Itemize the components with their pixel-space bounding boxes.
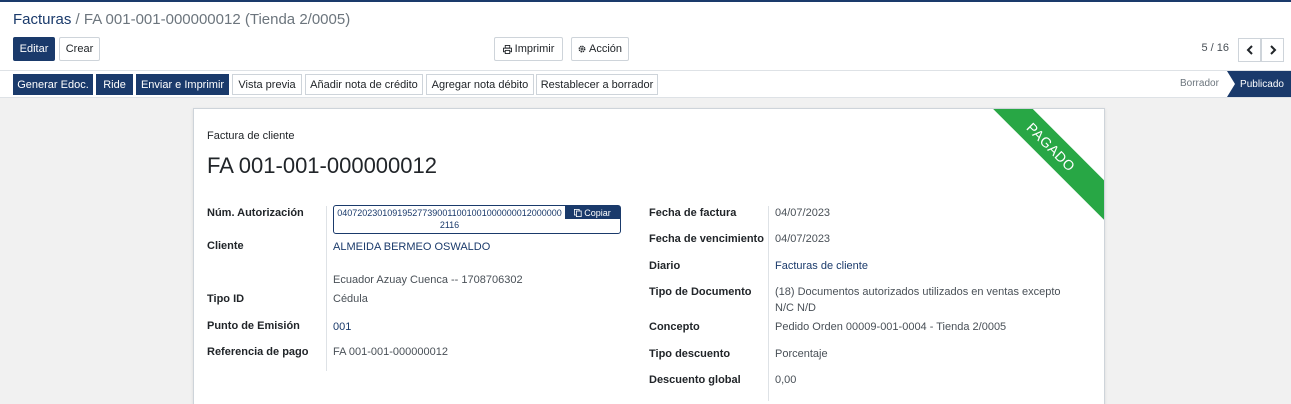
discount-type-label: Tipo descuento bbox=[649, 348, 731, 360]
pager-next-button[interactable] bbox=[1261, 38, 1284, 62]
document-type-value-line1: (18) Documentos autorizados utilizados e… bbox=[775, 286, 1061, 298]
reset-draft-button[interactable]: Restablecer a borrador bbox=[536, 74, 658, 95]
document-type: Factura de cliente bbox=[207, 130, 295, 142]
auth-number-field: 0407202301091952773900110010010000000120… bbox=[333, 205, 621, 234]
payment-reference-label: Referencia de pago bbox=[207, 346, 309, 358]
copy-label: Copiar bbox=[584, 207, 611, 218]
action-button[interactable]: Acción bbox=[571, 37, 629, 61]
add-debit-note-button[interactable]: Agregar nota débito bbox=[426, 74, 534, 95]
right-group-divider bbox=[768, 206, 769, 401]
invoice-date-value: 04/07/2023 bbox=[775, 207, 831, 219]
add-credit-note-button[interactable]: Añadir nota de crédito bbox=[305, 74, 423, 95]
state-draft[interactable]: Borrador bbox=[1180, 78, 1219, 89]
status-bar: Generar Edoc. Ride Enviar e Imprimir Vis… bbox=[0, 71, 1291, 98]
breadcrumb-current: FA 001-001-000000012 (Tienda 2/0005) bbox=[83, 11, 351, 28]
pager-previous-button[interactable] bbox=[1238, 38, 1261, 62]
discount-type-value: Porcentaje bbox=[775, 348, 828, 360]
journal-value[interactable]: Facturas de cliente bbox=[775, 260, 868, 272]
auth-label: Núm. Autorización bbox=[207, 207, 304, 219]
document-type-value-line2: N/C N/D bbox=[775, 302, 816, 314]
breadcrumb-root-link[interactable]: Facturas bbox=[13, 11, 71, 28]
chevron-left-icon bbox=[1246, 45, 1253, 55]
due-date-value: 04/07/2023 bbox=[775, 233, 831, 245]
id-type-label: Tipo ID bbox=[207, 293, 245, 305]
print-button[interactable]: Imprimir bbox=[494, 37, 563, 61]
pager-value[interactable]: 5 / 16 bbox=[1201, 42, 1229, 54]
breadcrumb: Facturas / FA 001-001-000000012 (Tienda … bbox=[13, 11, 350, 28]
paid-ribbon: PAGADO bbox=[973, 109, 1104, 225]
generate-edoc-button[interactable]: Generar Edoc. bbox=[13, 74, 93, 95]
document-title: FA 001-001-000000012 bbox=[207, 153, 437, 178]
ride-button[interactable]: Ride bbox=[96, 74, 133, 95]
edit-button[interactable]: Editar bbox=[13, 37, 55, 61]
breadcrumb-separator: / bbox=[75, 11, 80, 28]
printer-icon bbox=[502, 44, 512, 54]
client-label: Cliente bbox=[207, 240, 244, 252]
copy-icon bbox=[574, 208, 582, 217]
id-type-value: Cédula bbox=[333, 293, 368, 305]
print-label: Imprimir bbox=[514, 43, 555, 55]
send-print-button[interactable]: Enviar e Imprimir bbox=[136, 74, 229, 95]
due-date-label: Fecha de vencimiento bbox=[649, 233, 764, 245]
create-button[interactable]: Crear bbox=[59, 37, 100, 61]
global-discount-label: Descuento global bbox=[649, 374, 741, 386]
concept-value: Pedido Orden 00009-001-0004 - Tienda 2/0… bbox=[775, 321, 1007, 333]
form-sheet: PAGADO Factura de cliente FA 001-001-000… bbox=[193, 108, 1105, 404]
emission-point-label: Punto de Emisión bbox=[207, 320, 300, 332]
control-panel: Facturas / FA 001-001-000000012 (Tienda … bbox=[0, 2, 1291, 71]
journal-label: Diario bbox=[649, 260, 681, 272]
document-type-label: Tipo de Documento bbox=[649, 286, 752, 298]
auth-number-value: 0407202301091952773900110010010000000120… bbox=[337, 208, 562, 230]
left-group-divider bbox=[326, 206, 327, 371]
emission-point-value[interactable]: 001 bbox=[333, 321, 351, 333]
copy-button[interactable]: Copiar bbox=[565, 206, 620, 219]
client-address: Ecuador Azuay Cuenca -- 1708706302 bbox=[333, 274, 523, 286]
preview-button[interactable]: Vista previa bbox=[232, 74, 302, 95]
state-published[interactable]: Publicado bbox=[1227, 71, 1291, 97]
invoice-date-label: Fecha de factura bbox=[649, 207, 737, 219]
gear-icon bbox=[578, 45, 586, 53]
global-discount-value: 0,00 bbox=[775, 374, 797, 386]
action-label: Acción bbox=[588, 43, 623, 55]
concept-label: Concepto bbox=[649, 321, 700, 333]
payment-reference-value: FA 001-001-000000012 bbox=[333, 346, 448, 358]
client-value[interactable]: ALMEIDA BERMEO OSWALDO bbox=[333, 241, 490, 253]
chevron-right-icon bbox=[1269, 45, 1276, 55]
